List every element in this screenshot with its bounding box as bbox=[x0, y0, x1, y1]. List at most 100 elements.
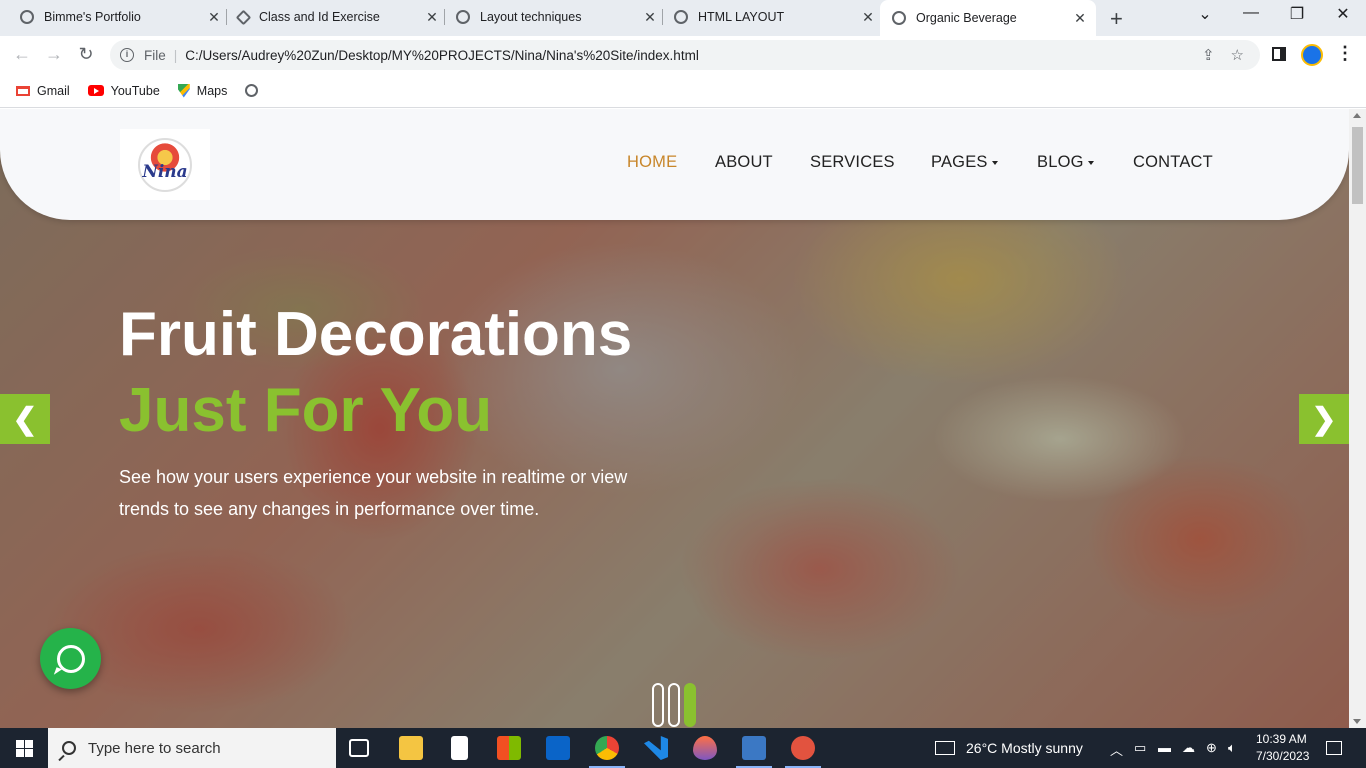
whatsapp-icon bbox=[56, 644, 85, 673]
paint-icon[interactable] bbox=[693, 736, 717, 760]
nav-pages[interactable]: PAGES bbox=[931, 153, 998, 172]
windows-taskbar: Type here to search 26°C Mostly sunny ︿ … bbox=[0, 728, 1366, 768]
nav-about[interactable]: ABOUT bbox=[715, 153, 773, 172]
carousel-prev-button[interactable]: ❮ bbox=[0, 394, 50, 444]
scheme-label: File bbox=[144, 47, 166, 63]
side-panel-icon[interactable] bbox=[1272, 47, 1286, 61]
tab-html-layout[interactable]: HTML LAYOUT ✕ bbox=[666, 0, 876, 34]
chevron-right-icon: ❯ bbox=[1311, 402, 1337, 436]
youtube-icon bbox=[87, 85, 104, 96]
tab-search-button[interactable]: ⌄ bbox=[1190, 4, 1220, 24]
vscode-icon[interactable] bbox=[644, 736, 668, 760]
tab-bimmes-portfolio[interactable]: Bimme's Portfolio ✕ bbox=[12, 0, 222, 34]
reload-button[interactable]: ↻ bbox=[74, 44, 98, 65]
new-tab-button[interactable]: + bbox=[1110, 6, 1123, 32]
tab-title: HTML LAYOUT bbox=[698, 10, 785, 24]
bookmark-globe[interactable] bbox=[245, 84, 265, 97]
page-scrollbar[interactable] bbox=[1349, 109, 1366, 728]
onedrive-icon[interactable]: ☁ bbox=[1182, 740, 1195, 756]
chevron-up-icon[interactable]: ︿ bbox=[1110, 740, 1123, 759]
volume-icon[interactable]: 🔈︎ bbox=[1228, 740, 1236, 756]
bookmark-maps[interactable]: Maps bbox=[177, 83, 228, 98]
store-icon[interactable] bbox=[497, 736, 521, 760]
bookmark-star-icon[interactable]: ☆ bbox=[1231, 46, 1244, 64]
tab-title: Class and Id Exercise bbox=[259, 10, 380, 24]
gmail-icon bbox=[16, 85, 30, 96]
globe-icon bbox=[892, 11, 906, 25]
carousel-indicator-active[interactable] bbox=[684, 683, 696, 727]
carousel-indicator[interactable] bbox=[668, 683, 680, 727]
notepad-icon[interactable] bbox=[451, 736, 468, 760]
clock-date[interactable]: 7/30/2023 bbox=[1256, 749, 1309, 763]
browser-toolbar: ← → ↻ i File | C:/Users/Audrey%20Zun/Des… bbox=[0, 36, 1366, 74]
close-tab-icon[interactable]: ✕ bbox=[206, 9, 222, 26]
back-button[interactable]: ← bbox=[10, 44, 34, 65]
bookmark-gmail[interactable]: Gmail bbox=[16, 84, 70, 98]
scroll-up-icon[interactable] bbox=[1353, 113, 1361, 118]
nav-services[interactable]: SERVICES bbox=[810, 153, 895, 172]
windows-start-icon[interactable] bbox=[16, 740, 33, 757]
task-view-icon[interactable] bbox=[349, 739, 369, 757]
battery-icon[interactable]: ▬ bbox=[1158, 740, 1171, 755]
network-icon[interactable]: ⊕ bbox=[1206, 740, 1217, 756]
globe-icon bbox=[674, 10, 688, 24]
caret-down-icon bbox=[1087, 160, 1094, 165]
photos-icon[interactable] bbox=[736, 736, 772, 768]
snipping-tool-icon[interactable] bbox=[785, 736, 821, 768]
nav-home[interactable]: HOME bbox=[627, 153, 677, 172]
scrollbar-thumb[interactable] bbox=[1352, 127, 1363, 204]
address-bar[interactable]: i File | C:/Users/Audrey%20Zun/Desktop/M… bbox=[110, 40, 1260, 70]
nav-blog[interactable]: BLOG bbox=[1037, 153, 1094, 172]
browser-menu-icon[interactable]: ⋮ bbox=[1336, 43, 1354, 64]
close-tab-icon[interactable]: ✕ bbox=[1072, 10, 1088, 27]
url-text[interactable]: C:/Users/Audrey%20Zun/Desktop/MY%20PROJE… bbox=[185, 48, 1202, 63]
tab-layout-techniques[interactable]: Layout techniques ✕ bbox=[448, 0, 658, 34]
taskbar-search-placeholder: Type here to search bbox=[88, 739, 221, 757]
maps-icon bbox=[177, 83, 190, 98]
caret-down-icon bbox=[991, 160, 998, 165]
news-widget-icon[interactable] bbox=[935, 741, 955, 755]
carousel-next-button[interactable]: ❯ bbox=[1299, 394, 1349, 444]
site-info-icon[interactable]: i bbox=[120, 48, 134, 62]
chevron-left-icon: ❮ bbox=[12, 402, 38, 436]
nav-pages-label: PAGES bbox=[931, 153, 988, 171]
nav-contact[interactable]: CONTACT bbox=[1133, 153, 1213, 172]
tab-title: Bimme's Portfolio bbox=[44, 10, 141, 24]
minimize-button[interactable]: — bbox=[1236, 4, 1266, 22]
close-window-button[interactable]: ✕ bbox=[1328, 4, 1358, 24]
restore-button[interactable]: ❐ bbox=[1282, 4, 1312, 24]
bookmark-label: Maps bbox=[196, 83, 228, 98]
bookmark-label: YouTube bbox=[110, 83, 160, 98]
weather-text[interactable]: 26°C Mostly sunny bbox=[966, 740, 1083, 756]
bookmark-label: Gmail bbox=[37, 83, 70, 98]
close-tab-icon[interactable]: ✕ bbox=[424, 9, 440, 26]
close-tab-icon[interactable]: ✕ bbox=[860, 9, 876, 26]
notifications-icon[interactable] bbox=[1326, 741, 1342, 755]
meet-now-icon[interactable]: ▭ bbox=[1134, 740, 1146, 756]
forward-button[interactable]: → bbox=[42, 44, 66, 65]
carousel-indicator[interactable] bbox=[652, 683, 664, 727]
clock-time[interactable]: 10:39 AM bbox=[1256, 732, 1307, 746]
taskbar-search[interactable]: Type here to search bbox=[48, 728, 336, 768]
divider: | bbox=[173, 47, 178, 63]
site-logo[interactable]: Nina bbox=[120, 129, 210, 200]
codepen-icon bbox=[235, 9, 252, 25]
share-icon[interactable]: ⇪ bbox=[1202, 46, 1215, 64]
close-tab-icon[interactable]: ✕ bbox=[642, 9, 658, 26]
mail-icon[interactable] bbox=[546, 736, 570, 760]
whatsapp-button[interactable] bbox=[40, 628, 101, 689]
bookmark-youtube[interactable]: YouTube bbox=[87, 83, 160, 98]
globe-icon bbox=[20, 10, 34, 24]
chrome-icon[interactable] bbox=[589, 736, 625, 768]
scroll-down-icon[interactable] bbox=[1353, 719, 1361, 724]
file-explorer-icon[interactable] bbox=[399, 736, 423, 760]
bookmarks-bar: Gmail YouTube Maps bbox=[0, 74, 1366, 108]
tab-organic-beverage[interactable]: Organic Beverage ✕ bbox=[880, 0, 1096, 36]
page-viewport: Nina HOME ABOUT SERVICES PAGES BLOG CONT… bbox=[0, 109, 1349, 728]
tab-class-and-id-exercise[interactable]: Class and Id Exercise ✕ bbox=[230, 0, 440, 34]
hero-lead-text: See how your users experience your websi… bbox=[119, 467, 628, 519]
profile-avatar[interactable] bbox=[1301, 44, 1323, 66]
logo-badge: Nina bbox=[138, 137, 192, 192]
globe-icon bbox=[456, 10, 470, 24]
nav-blog-label: BLOG bbox=[1037, 153, 1084, 171]
